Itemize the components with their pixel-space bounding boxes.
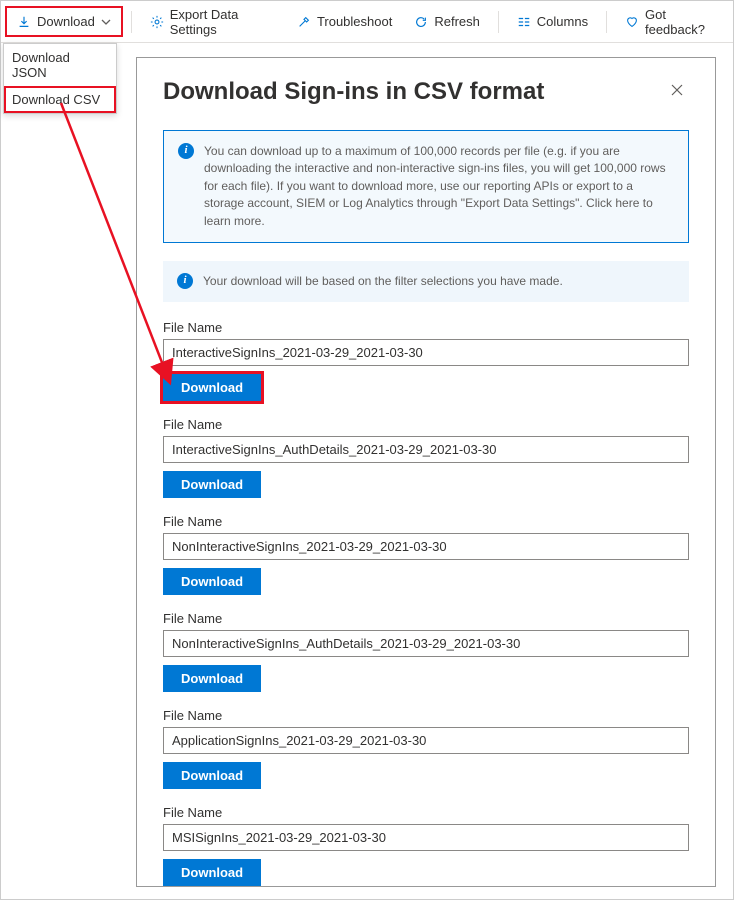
file-group: File Name Download [163,805,689,886]
file-name-input[interactable] [163,533,689,560]
download-csv-item[interactable]: Download CSV [4,86,116,113]
file-name-input[interactable] [163,727,689,754]
file-name-label: File Name [163,708,689,723]
info-banner-filter-text: Your download will be based on the filte… [203,273,563,290]
file-group: File Name Download [163,417,689,498]
panel-header: Download Sign-ins in CSV format [163,78,689,106]
info-banner-text: You can download up to a maximum of 100,… [204,143,674,230]
export-data-settings-button[interactable]: Export Data Settings [140,1,285,43]
separator [606,11,607,33]
file-group: File Name Download [163,320,689,401]
refresh-icon [414,15,428,29]
file-name-label: File Name [163,805,689,820]
heart-icon [625,15,639,29]
separator [498,11,499,33]
download-dropdown: Download JSON Download CSV [3,43,117,114]
file-name-label: File Name [163,320,689,335]
download-json-item[interactable]: Download JSON [4,44,116,86]
download-file-button[interactable]: Download [163,568,261,595]
columns-button[interactable]: Columns [507,8,598,35]
close-button[interactable] [665,78,689,102]
file-name-input[interactable] [163,630,689,657]
columns-label: Columns [537,14,588,29]
command-bar: Download Export Data Settings Troublesho… [1,1,733,43]
file-name-label: File Name [163,417,689,432]
columns-icon [517,15,531,29]
troubleshoot-label: Troubleshoot [317,14,392,29]
export-label: Export Data Settings [170,7,275,37]
file-name-input[interactable] [163,824,689,851]
download-file-button[interactable]: Download [163,374,261,401]
feedback-label: Got feedback? [645,7,719,37]
download-label: Download [37,14,95,29]
file-name-input[interactable] [163,436,689,463]
info-icon: i [178,143,194,159]
separator [131,11,132,33]
info-banner-limits: i You can download up to a maximum of 10… [163,130,689,243]
refresh-button[interactable]: Refresh [404,8,490,35]
panel-title: Download Sign-ins in CSV format [163,78,544,106]
download-file-button[interactable]: Download [163,665,261,692]
refresh-label: Refresh [434,14,480,29]
file-group: File Name Download [163,514,689,595]
chevron-down-icon [101,17,111,27]
info-banner-filter: i Your download will be based on the fil… [163,261,689,302]
wrench-icon [297,15,311,29]
file-group: File Name Download [163,708,689,789]
download-file-button[interactable]: Download [163,859,261,886]
download-csv-panel: Download Sign-ins in CSV format i You ca… [136,57,716,887]
download-icon [17,15,31,29]
file-name-input[interactable] [163,339,689,366]
info-icon: i [177,273,193,289]
feedback-button[interactable]: Got feedback? [615,1,729,43]
download-menu-button[interactable]: Download [5,6,123,37]
file-name-label: File Name [163,514,689,529]
troubleshoot-button[interactable]: Troubleshoot [287,8,402,35]
file-name-label: File Name [163,611,689,626]
download-file-button[interactable]: Download [163,471,261,498]
file-group: File Name Download [163,611,689,692]
download-file-button[interactable]: Download [163,762,261,789]
gear-icon [150,15,164,29]
